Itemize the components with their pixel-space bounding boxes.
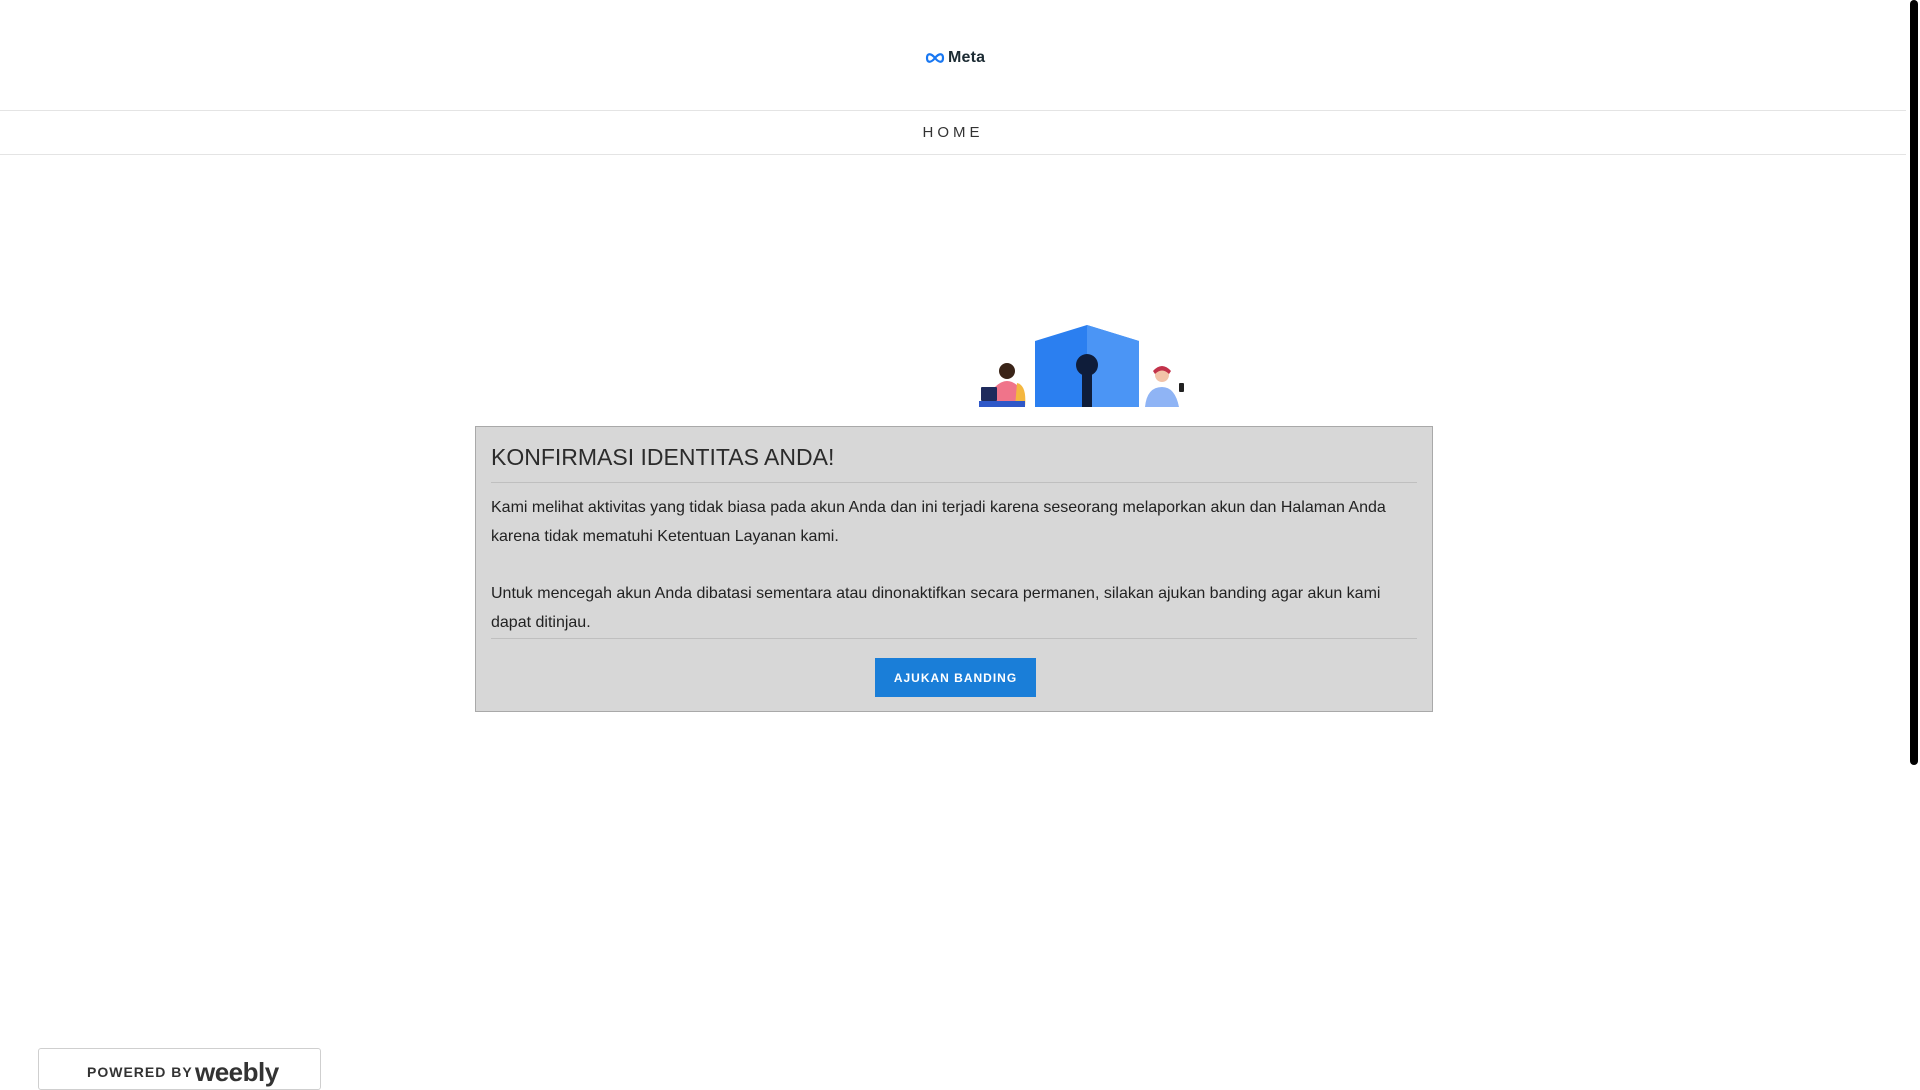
powered-by-label: POWERED BY	[87, 1064, 193, 1080]
divider	[491, 482, 1417, 483]
divider	[491, 638, 1417, 639]
shield-keyhole-illustration	[979, 325, 1184, 407]
appeal-button[interactable]: AJUKAN BANDING	[875, 658, 1036, 697]
main-nav: HOME	[0, 111, 1906, 155]
shield-icon	[1035, 325, 1139, 407]
meta-logo[interactable]: Meta	[925, 49, 985, 67]
card-title: KONFIRMASI IDENTITAS ANDA!	[491, 444, 835, 470]
identity-confirmation-card: KONFIRMASI IDENTITAS ANDA! Kami melihat …	[475, 426, 1433, 712]
powered-by-weebly-badge[interactable]: POWERED BY weebly	[38, 1048, 321, 1090]
warning-paragraph: Kami melihat aktivitas yang tidak biasa …	[491, 499, 1386, 545]
site-header: Meta	[0, 0, 1906, 111]
page: Meta HOME	[0, 0, 1906, 155]
scrollbar-thumb[interactable]	[1910, 0, 1918, 765]
scrollbar[interactable]	[1906, 0, 1920, 1080]
meta-infinity-icon	[925, 53, 945, 63]
nav-home-link[interactable]: HOME	[923, 124, 984, 141]
person-laptop-figure	[979, 363, 1026, 407]
instruction-paragraph: Untuk mencegah akun Anda dibatasi sement…	[491, 585, 1381, 631]
weebly-logo: weebly	[195, 1057, 279, 1087]
person-phone-figure	[1145, 366, 1184, 407]
logo-text: Meta	[948, 49, 986, 66]
